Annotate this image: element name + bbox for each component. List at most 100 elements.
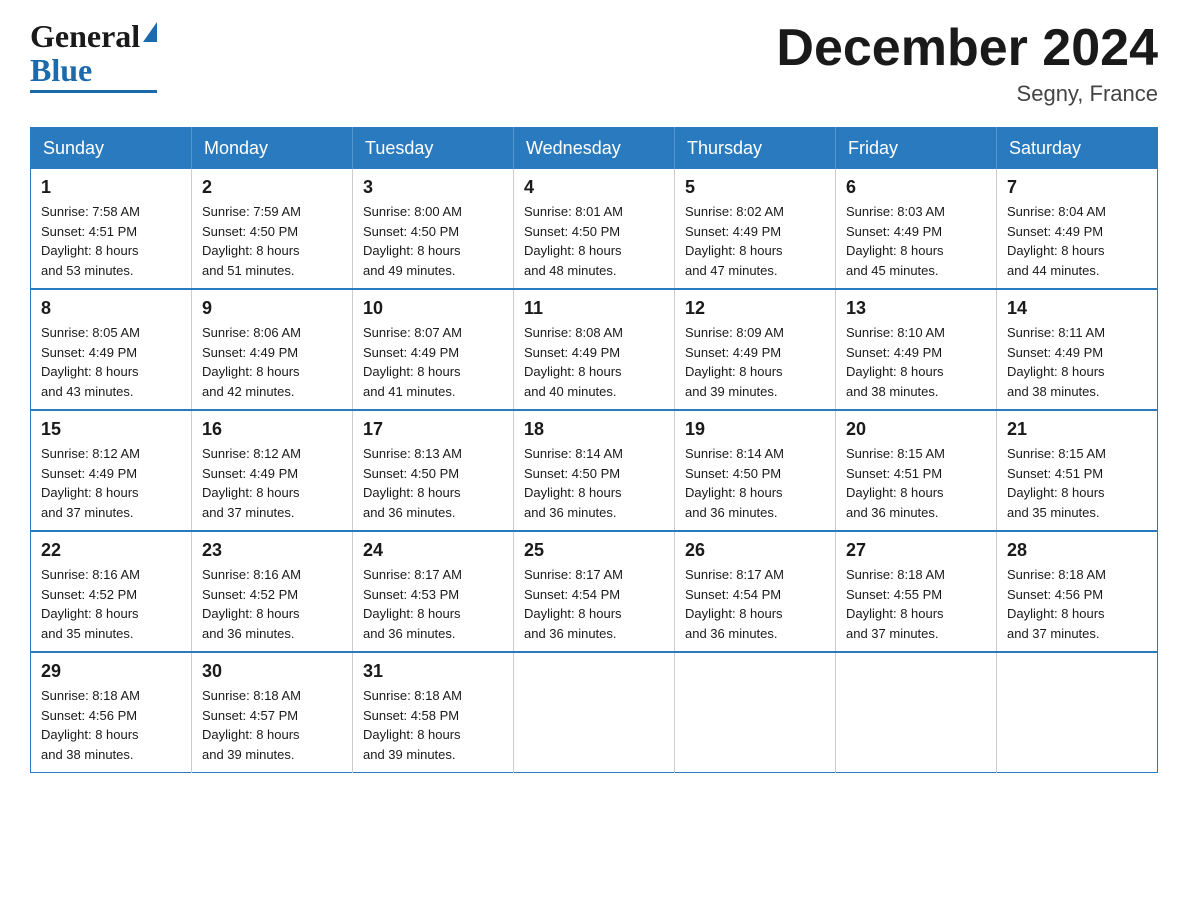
day-number: 18 bbox=[524, 419, 664, 440]
logo-underline bbox=[30, 90, 157, 93]
table-row: 8 Sunrise: 8:05 AM Sunset: 4:49 PM Dayli… bbox=[31, 289, 192, 410]
day-info: Sunrise: 8:16 AM Sunset: 4:52 PM Dayligh… bbox=[202, 565, 342, 643]
table-row: 9 Sunrise: 8:06 AM Sunset: 4:49 PM Dayli… bbox=[192, 289, 353, 410]
day-info: Sunrise: 8:18 AM Sunset: 4:58 PM Dayligh… bbox=[363, 686, 503, 764]
table-row: 24 Sunrise: 8:17 AM Sunset: 4:53 PM Dayl… bbox=[353, 531, 514, 652]
day-number: 20 bbox=[846, 419, 986, 440]
header-saturday: Saturday bbox=[997, 128, 1158, 170]
logo-general-text: General bbox=[30, 20, 140, 52]
table-row: 16 Sunrise: 8:12 AM Sunset: 4:49 PM Dayl… bbox=[192, 410, 353, 531]
table-row: 3 Sunrise: 8:00 AM Sunset: 4:50 PM Dayli… bbox=[353, 169, 514, 289]
table-row: 19 Sunrise: 8:14 AM Sunset: 4:50 PM Dayl… bbox=[675, 410, 836, 531]
day-info: Sunrise: 8:07 AM Sunset: 4:49 PM Dayligh… bbox=[363, 323, 503, 401]
day-number: 5 bbox=[685, 177, 825, 198]
table-row: 22 Sunrise: 8:16 AM Sunset: 4:52 PM Dayl… bbox=[31, 531, 192, 652]
page-title: December 2024 bbox=[776, 20, 1158, 77]
day-info: Sunrise: 8:14 AM Sunset: 4:50 PM Dayligh… bbox=[685, 444, 825, 522]
table-row: 15 Sunrise: 8:12 AM Sunset: 4:49 PM Dayl… bbox=[31, 410, 192, 531]
table-row: 2 Sunrise: 7:59 AM Sunset: 4:50 PM Dayli… bbox=[192, 169, 353, 289]
calendar-week-row: 8 Sunrise: 8:05 AM Sunset: 4:49 PM Dayli… bbox=[31, 289, 1158, 410]
day-number: 17 bbox=[363, 419, 503, 440]
header-sunday: Sunday bbox=[31, 128, 192, 170]
day-info: Sunrise: 8:06 AM Sunset: 4:49 PM Dayligh… bbox=[202, 323, 342, 401]
table-row: 20 Sunrise: 8:15 AM Sunset: 4:51 PM Dayl… bbox=[836, 410, 997, 531]
day-number: 13 bbox=[846, 298, 986, 319]
calendar-week-row: 1 Sunrise: 7:58 AM Sunset: 4:51 PM Dayli… bbox=[31, 169, 1158, 289]
day-info: Sunrise: 8:10 AM Sunset: 4:49 PM Dayligh… bbox=[846, 323, 986, 401]
table-row: 4 Sunrise: 8:01 AM Sunset: 4:50 PM Dayli… bbox=[514, 169, 675, 289]
day-number: 1 bbox=[41, 177, 181, 198]
title-block: December 2024 Segny, France bbox=[776, 20, 1158, 107]
day-number: 22 bbox=[41, 540, 181, 561]
day-number: 4 bbox=[524, 177, 664, 198]
day-info: Sunrise: 8:18 AM Sunset: 4:57 PM Dayligh… bbox=[202, 686, 342, 764]
table-row: 28 Sunrise: 8:18 AM Sunset: 4:56 PM Dayl… bbox=[997, 531, 1158, 652]
calendar-week-row: 22 Sunrise: 8:16 AM Sunset: 4:52 PM Dayl… bbox=[31, 531, 1158, 652]
day-info: Sunrise: 8:14 AM Sunset: 4:50 PM Dayligh… bbox=[524, 444, 664, 522]
logo-blue-text: Blue bbox=[30, 52, 92, 89]
day-info: Sunrise: 8:11 AM Sunset: 4:49 PM Dayligh… bbox=[1007, 323, 1147, 401]
day-number: 27 bbox=[846, 540, 986, 561]
day-info: Sunrise: 8:13 AM Sunset: 4:50 PM Dayligh… bbox=[363, 444, 503, 522]
day-info: Sunrise: 8:17 AM Sunset: 4:53 PM Dayligh… bbox=[363, 565, 503, 643]
table-row: 27 Sunrise: 8:18 AM Sunset: 4:55 PM Dayl… bbox=[836, 531, 997, 652]
day-number: 31 bbox=[363, 661, 503, 682]
day-number: 24 bbox=[363, 540, 503, 561]
logo: General Blue bbox=[30, 20, 157, 93]
day-info: Sunrise: 8:17 AM Sunset: 4:54 PM Dayligh… bbox=[524, 565, 664, 643]
logo-triangle-icon bbox=[143, 22, 157, 42]
day-info: Sunrise: 8:16 AM Sunset: 4:52 PM Dayligh… bbox=[41, 565, 181, 643]
day-number: 12 bbox=[685, 298, 825, 319]
table-row: 10 Sunrise: 8:07 AM Sunset: 4:49 PM Dayl… bbox=[353, 289, 514, 410]
day-info: Sunrise: 8:02 AM Sunset: 4:49 PM Dayligh… bbox=[685, 202, 825, 280]
day-number: 21 bbox=[1007, 419, 1147, 440]
day-info: Sunrise: 8:04 AM Sunset: 4:49 PM Dayligh… bbox=[1007, 202, 1147, 280]
day-info: Sunrise: 8:01 AM Sunset: 4:50 PM Dayligh… bbox=[524, 202, 664, 280]
day-number: 8 bbox=[41, 298, 181, 319]
day-number: 23 bbox=[202, 540, 342, 561]
table-row bbox=[997, 652, 1158, 773]
day-info: Sunrise: 8:18 AM Sunset: 4:55 PM Dayligh… bbox=[846, 565, 986, 643]
day-number: 19 bbox=[685, 419, 825, 440]
day-number: 15 bbox=[41, 419, 181, 440]
day-number: 6 bbox=[846, 177, 986, 198]
day-info: Sunrise: 8:15 AM Sunset: 4:51 PM Dayligh… bbox=[1007, 444, 1147, 522]
day-number: 11 bbox=[524, 298, 664, 319]
day-info: Sunrise: 8:03 AM Sunset: 4:49 PM Dayligh… bbox=[846, 202, 986, 280]
table-row: 12 Sunrise: 8:09 AM Sunset: 4:49 PM Dayl… bbox=[675, 289, 836, 410]
header-monday: Monday bbox=[192, 128, 353, 170]
calendar-header-row: Sunday Monday Tuesday Wednesday Thursday… bbox=[31, 128, 1158, 170]
day-info: Sunrise: 8:09 AM Sunset: 4:49 PM Dayligh… bbox=[685, 323, 825, 401]
header-tuesday: Tuesday bbox=[353, 128, 514, 170]
table-row: 7 Sunrise: 8:04 AM Sunset: 4:49 PM Dayli… bbox=[997, 169, 1158, 289]
day-number: 29 bbox=[41, 661, 181, 682]
day-number: 14 bbox=[1007, 298, 1147, 319]
page-subtitle: Segny, France bbox=[776, 81, 1158, 107]
header-friday: Friday bbox=[836, 128, 997, 170]
table-row: 21 Sunrise: 8:15 AM Sunset: 4:51 PM Dayl… bbox=[997, 410, 1158, 531]
table-row: 23 Sunrise: 8:16 AM Sunset: 4:52 PM Dayl… bbox=[192, 531, 353, 652]
table-row: 26 Sunrise: 8:17 AM Sunset: 4:54 PM Dayl… bbox=[675, 531, 836, 652]
day-info: Sunrise: 8:18 AM Sunset: 4:56 PM Dayligh… bbox=[1007, 565, 1147, 643]
table-row: 29 Sunrise: 8:18 AM Sunset: 4:56 PM Dayl… bbox=[31, 652, 192, 773]
calendar-week-row: 15 Sunrise: 8:12 AM Sunset: 4:49 PM Dayl… bbox=[31, 410, 1158, 531]
day-number: 2 bbox=[202, 177, 342, 198]
table-row: 1 Sunrise: 7:58 AM Sunset: 4:51 PM Dayli… bbox=[31, 169, 192, 289]
table-row: 31 Sunrise: 8:18 AM Sunset: 4:58 PM Dayl… bbox=[353, 652, 514, 773]
day-info: Sunrise: 7:59 AM Sunset: 4:50 PM Dayligh… bbox=[202, 202, 342, 280]
calendar-week-row: 29 Sunrise: 8:18 AM Sunset: 4:56 PM Dayl… bbox=[31, 652, 1158, 773]
table-row: 18 Sunrise: 8:14 AM Sunset: 4:50 PM Dayl… bbox=[514, 410, 675, 531]
day-number: 26 bbox=[685, 540, 825, 561]
table-row: 5 Sunrise: 8:02 AM Sunset: 4:49 PM Dayli… bbox=[675, 169, 836, 289]
day-info: Sunrise: 8:12 AM Sunset: 4:49 PM Dayligh… bbox=[41, 444, 181, 522]
day-number: 9 bbox=[202, 298, 342, 319]
day-number: 28 bbox=[1007, 540, 1147, 561]
header-wednesday: Wednesday bbox=[514, 128, 675, 170]
day-info: Sunrise: 7:58 AM Sunset: 4:51 PM Dayligh… bbox=[41, 202, 181, 280]
day-number: 25 bbox=[524, 540, 664, 561]
day-info: Sunrise: 8:18 AM Sunset: 4:56 PM Dayligh… bbox=[41, 686, 181, 764]
day-info: Sunrise: 8:12 AM Sunset: 4:49 PM Dayligh… bbox=[202, 444, 342, 522]
day-info: Sunrise: 8:05 AM Sunset: 4:49 PM Dayligh… bbox=[41, 323, 181, 401]
table-row: 30 Sunrise: 8:18 AM Sunset: 4:57 PM Dayl… bbox=[192, 652, 353, 773]
day-number: 7 bbox=[1007, 177, 1147, 198]
